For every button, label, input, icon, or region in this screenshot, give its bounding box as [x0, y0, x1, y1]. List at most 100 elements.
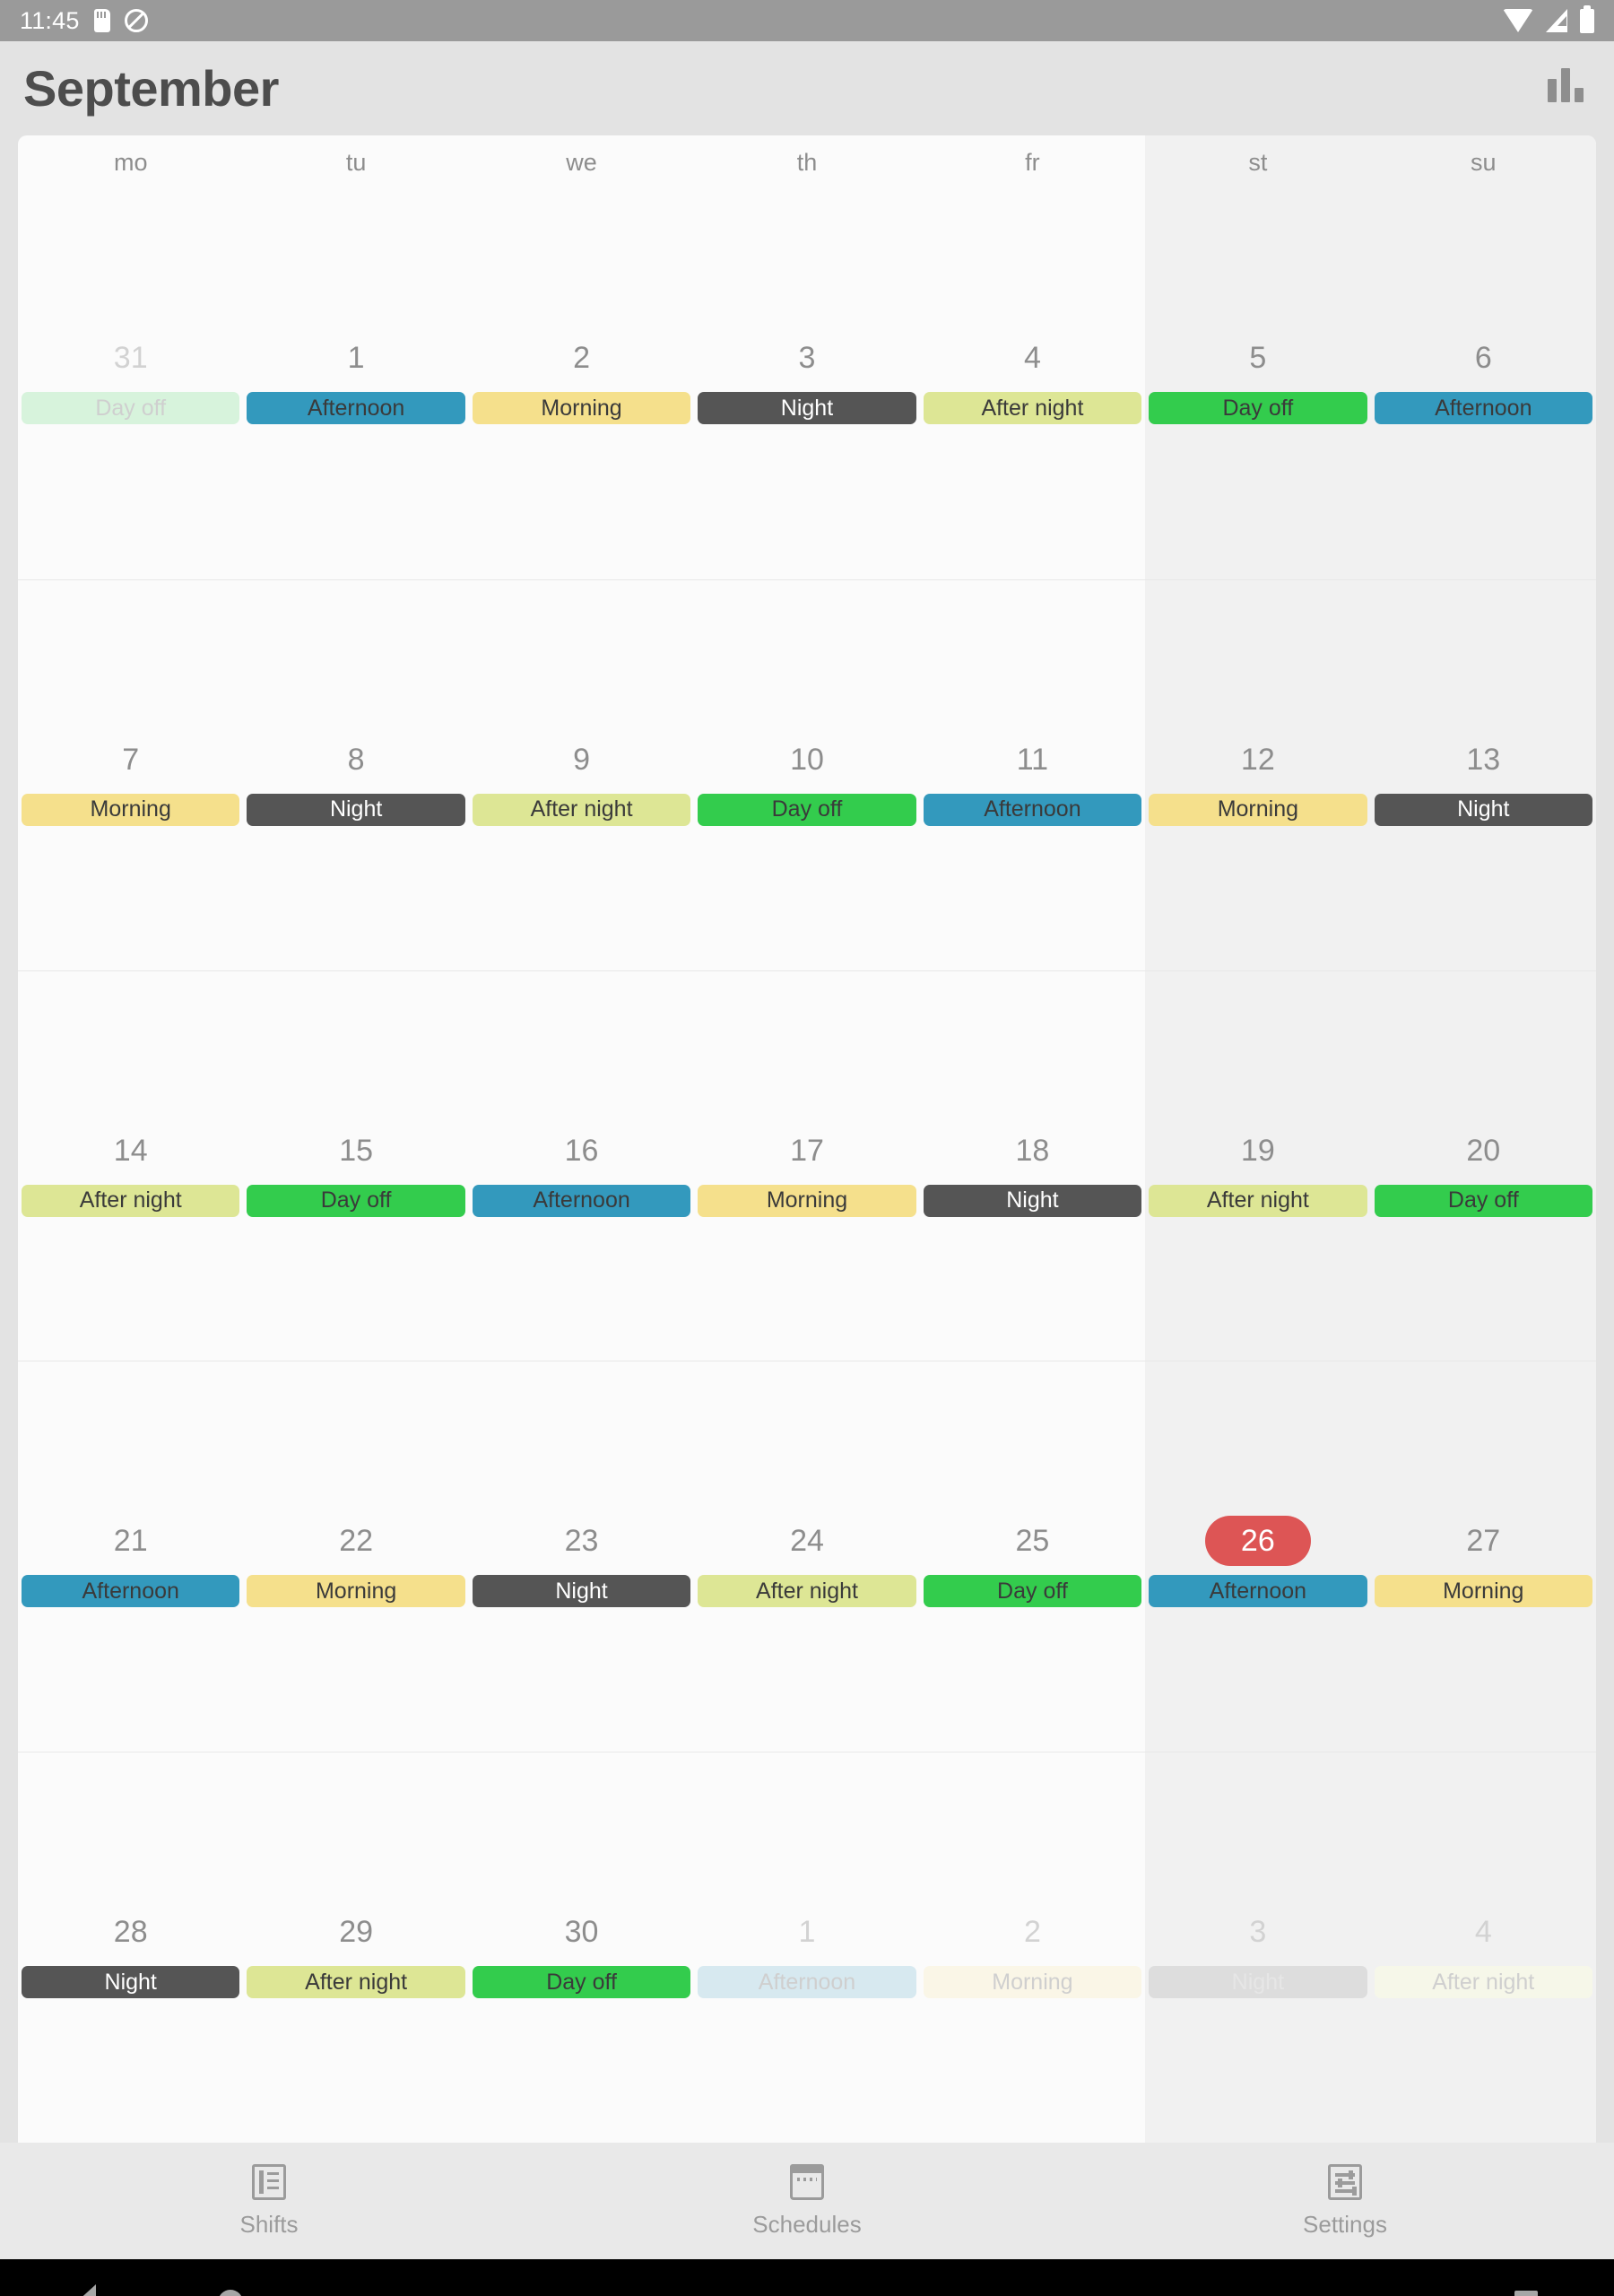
shift-chip[interactable]: Morning — [22, 793, 240, 826]
day-number: 28 — [113, 1915, 148, 1950]
day-number: 25 — [1015, 1524, 1050, 1559]
calendar-day-cell[interactable]: 3 Night — [1145, 1752, 1370, 2143]
day-number: 13 — [1466, 742, 1501, 777]
calendar-day-cell[interactable]: 23 Night — [469, 1361, 694, 1752]
calendar-day-cell[interactable]: 22 Morning — [243, 1361, 468, 1752]
recents-icon[interactable] — [1514, 2290, 1538, 2296]
calendar-week-row: 21 Afternoon 22 Morning 23 Night 24 After night… — [18, 1361, 1596, 1752]
calendar-day-cell[interactable]: 31 Day off — [18, 189, 243, 579]
shift-chip[interactable]: Morning — [1149, 793, 1367, 826]
calendar-day-cell[interactable]: 28 Night — [18, 1752, 243, 2143]
calendar-day-cell[interactable]: 10 Day off — [694, 580, 919, 970]
shift-chip[interactable]: Day off — [1374, 1184, 1592, 1217]
bottom-nav-item-shifts[interactable]: Shifts — [0, 2163, 538, 2239]
calendar-day-cell[interactable]: 26 Afternoon — [1145, 1361, 1370, 1752]
weekday-header-mo: mo — [113, 148, 148, 176]
calendar-day-cell[interactable]: 19 After night — [1145, 971, 1370, 1361]
shift-chip[interactable]: After night — [1374, 1966, 1592, 1999]
calendar-day-cell[interactable]: 13 Night — [1371, 580, 1596, 970]
shift-chip[interactable]: Day off — [698, 793, 916, 826]
calendar-day-cell[interactable]: 16 Afternoon — [469, 971, 694, 1361]
shift-chip[interactable]: Night — [1374, 793, 1592, 826]
day-number: 2 — [1023, 1915, 1041, 1950]
shift-chip[interactable]: Night — [1149, 1966, 1367, 1999]
calendar-day-cell[interactable]: 17 Morning — [694, 971, 919, 1361]
calendar-day-cell[interactable]: 2 Morning — [469, 189, 694, 579]
calendar-day-cell[interactable]: 4 After night — [1371, 1752, 1596, 2143]
calendar-day-cell[interactable]: 4 After night — [920, 189, 1145, 579]
bottom-nav-item-settings[interactable]: Settings — [1076, 2163, 1614, 2239]
shift-chip[interactable]: Day off — [22, 392, 240, 424]
calendar-week-row: 14 After night 15 Day off 16 Afternoon 17 Morni… — [18, 970, 1596, 1361]
calendar-day-cell[interactable]: 5 Day off — [1145, 189, 1370, 579]
day-number: 9 — [573, 742, 591, 777]
back-icon[interactable] — [76, 2283, 96, 2296]
calendar-day-cell[interactable]: 11 Afternoon — [920, 580, 1145, 970]
day-number: 16 — [564, 1133, 599, 1168]
shift-chip[interactable]: Afternoon — [247, 392, 465, 424]
shift-chip[interactable]: After night — [1149, 1184, 1367, 1217]
calendar-day-cell[interactable]: 15 Day off — [243, 971, 468, 1361]
day-number: 4 — [1023, 341, 1041, 375]
shift-chip[interactable]: Day off — [1149, 392, 1367, 424]
calendar-day-cell[interactable]: 21 Afternoon — [18, 1361, 243, 1752]
calendar-day-cell[interactable]: 27 Morning — [1371, 1361, 1596, 1752]
calendar-day-cell[interactable]: 14 After night — [18, 971, 243, 1361]
weekday-header-st: st — [1248, 148, 1268, 176]
bottom-nav-label: Schedules — [752, 2210, 862, 2238]
calendar-day-cell[interactable]: 20 Day off — [1371, 971, 1596, 1361]
calendar-day-cell[interactable]: 3 Night — [694, 189, 919, 579]
weekday-header-we: we — [566, 148, 597, 176]
shift-chip[interactable]: Afternoon — [472, 1184, 691, 1217]
shift-chip[interactable]: Morning — [472, 392, 691, 424]
shift-chip[interactable]: Afternoon — [22, 1575, 240, 1608]
shift-chip[interactable]: Morning — [1374, 1575, 1592, 1608]
bottom-nav-item-schedules[interactable]: Schedules — [538, 2163, 1076, 2239]
shift-chip[interactable]: Afternoon — [923, 793, 1142, 826]
calendar-day-cell[interactable]: 24 After night — [694, 1361, 919, 1752]
calendar-day-cell[interactable]: 7 Morning — [18, 580, 243, 970]
shift-chip[interactable]: Morning — [923, 1966, 1142, 1999]
day-number: 31 — [113, 341, 148, 375]
shift-chip[interactable]: Day off — [472, 1966, 691, 1999]
day-number: 11 — [1016, 742, 1049, 777]
bottom-nav-label: Settings — [1303, 2210, 1387, 2238]
calendar-day-cell[interactable]: 8 Night — [243, 580, 468, 970]
calendar-day-cell[interactable]: 1 Afternoon — [694, 1752, 919, 2143]
shift-chip[interactable]: Night — [698, 392, 916, 424]
sd-card-icon — [93, 9, 110, 32]
shift-chip[interactable]: Afternoon — [698, 1966, 916, 1999]
calendar-day-cell[interactable]: 2 Morning — [920, 1752, 1145, 2143]
shift-chip[interactable]: Night — [247, 793, 465, 826]
shift-chip[interactable]: Day off — [247, 1184, 465, 1217]
weekday-header-th: th — [796, 148, 818, 176]
calendar-day-cell[interactable]: 25 Day off — [920, 1361, 1145, 1752]
home-icon[interactable] — [218, 2289, 243, 2296]
calendar-day-cell[interactable]: 1 Afternoon — [243, 189, 468, 579]
day-number: 18 — [1015, 1133, 1050, 1168]
calendar-day-cell[interactable]: 12 Morning — [1145, 580, 1370, 970]
calendar-day-cell[interactable]: 30 Day off — [469, 1752, 694, 2143]
shift-chip[interactable]: Morning — [247, 1575, 465, 1608]
shift-chip[interactable]: After night — [472, 793, 691, 826]
calendar-day-cell[interactable]: 18 Night — [920, 971, 1145, 1361]
day-number: 4 — [1474, 1915, 1492, 1950]
shift-chip[interactable]: Morning — [698, 1184, 916, 1217]
shift-chip[interactable]: Night — [923, 1184, 1142, 1217]
shift-chip[interactable]: After night — [698, 1575, 916, 1608]
calendar-day-cell[interactable]: 6 Afternoon — [1371, 189, 1596, 579]
shift-chip[interactable]: After night — [923, 392, 1142, 424]
shift-chip[interactable]: Night — [472, 1575, 691, 1608]
shift-chip[interactable]: Afternoon — [1374, 392, 1592, 424]
statistics-icon[interactable] — [1540, 67, 1591, 109]
shift-chip[interactable]: Night — [22, 1966, 240, 1999]
status-clock: 11:45 — [20, 6, 80, 34]
shift-chip[interactable]: After night — [22, 1184, 240, 1217]
calendar-day-cell[interactable]: 9 After night — [469, 580, 694, 970]
shift-chip[interactable]: After night — [247, 1966, 465, 1999]
bottom-nav-label: Shifts — [239, 2210, 299, 2238]
calendar-day-cell[interactable]: 29 After night — [243, 1752, 468, 2143]
shift-chip[interactable]: Day off — [923, 1575, 1142, 1608]
shift-chip[interactable]: Afternoon — [1149, 1575, 1367, 1608]
day-number: 3 — [1249, 1915, 1267, 1950]
